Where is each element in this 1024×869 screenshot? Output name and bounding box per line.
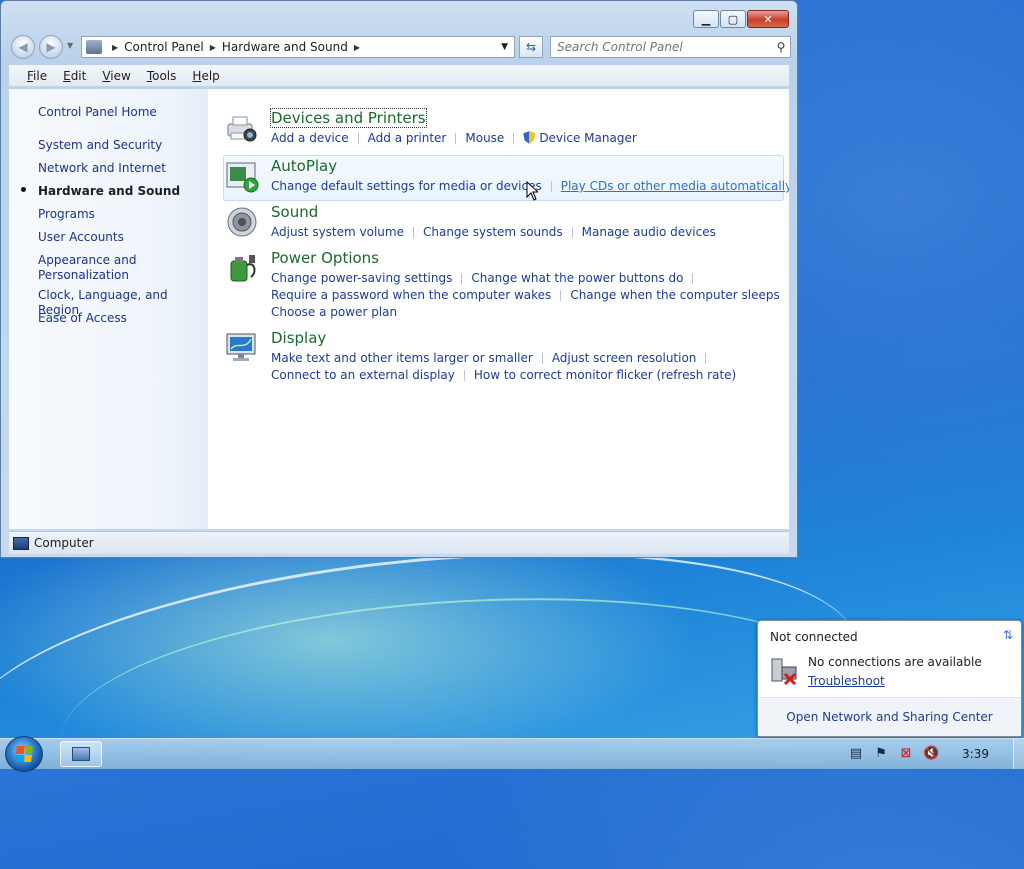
speaker-icon	[227, 207, 257, 237]
troubleshoot-link[interactable]: Troubleshoot	[808, 674, 885, 688]
content-area: Control Panel Home System and Security N…	[9, 89, 789, 529]
network-disconnected-icon	[771, 658, 797, 686]
control-panel-window: ▁ ▢ ✕ ◀ ▶ ▼ ▶ Control Panel ▶ Hardware a…	[0, 0, 798, 558]
open-network-sharing-center-link[interactable]: Open Network and Sharing Center	[758, 697, 1021, 736]
menu-edit[interactable]: Edit	[63, 69, 86, 83]
notification-title: Not connected	[770, 630, 858, 644]
document-icon[interactable]: ▤	[848, 746, 864, 762]
make-text-larger-link[interactable]: Make text and other items larger or smal…	[271, 351, 533, 365]
autoplay-title[interactable]: AutoPlay	[271, 157, 337, 175]
monitor-icon	[226, 333, 256, 361]
adjust-screen-resolution-link[interactable]: Adjust screen resolution	[552, 351, 697, 365]
notification-message: No connections are available	[808, 655, 982, 669]
device-manager-link[interactable]: Device Manager	[539, 131, 636, 145]
back-button[interactable]: ◀	[11, 35, 35, 59]
sidebar-item-network-and-internet[interactable]: Network and Internet	[38, 161, 203, 176]
current-item-bullet	[21, 187, 26, 192]
forward-arrow-icon: ▶	[46, 40, 56, 54]
sidebar: Control Panel Home System and Security N…	[9, 89, 208, 529]
back-arrow-icon: ◀	[18, 40, 28, 54]
sound-links: Adjust system volume Change system sounds…	[271, 224, 781, 241]
change-power-saving-settings-link[interactable]: Change power-saving settings	[271, 271, 452, 285]
menu-bar: File Edit View Tools Help	[9, 65, 789, 87]
menu-file[interactable]: File	[27, 69, 47, 83]
sidebar-item-ease-of-access[interactable]: Ease of Access	[38, 311, 203, 326]
taskbar-control-panel-button[interactable]	[60, 741, 102, 767]
sidebar-item-system-and-security[interactable]: System and Security	[38, 138, 203, 153]
minimize-button[interactable]: ▁	[693, 10, 719, 28]
printer-camera-icon	[227, 116, 257, 142]
power-options-title[interactable]: Power Options	[271, 249, 379, 267]
search-input[interactable]	[551, 39, 772, 55]
change-when-computer-sleeps-link[interactable]: Change when the computer sleeps	[570, 288, 779, 302]
sound-title[interactable]: Sound	[271, 203, 318, 221]
adjust-system-volume-link[interactable]: Adjust system volume	[271, 225, 404, 239]
menu-help[interactable]: Help	[192, 69, 219, 83]
connect-external-display-link[interactable]: Connect to an external display	[271, 368, 455, 382]
address-dropdown-icon[interactable]: ▼	[501, 42, 508, 52]
mouse-cursor-icon	[526, 181, 538, 201]
search-box[interactable]: ⚲	[550, 36, 791, 58]
autoplay-icon	[226, 162, 259, 193]
change-power-buttons-link[interactable]: Change what the power buttons do	[471, 271, 683, 285]
display-links: Make text and other items larger or smal…	[271, 350, 781, 384]
network-notification-popup: Not connected ⇅ No connections are avail…	[757, 620, 1022, 737]
menu-tools[interactable]: Tools	[147, 69, 177, 83]
refresh-button[interactable]: ⇆	[519, 36, 543, 58]
caption-buttons: ▁ ▢ ✕	[693, 10, 789, 28]
power-options-links: Change power-saving settings Change what …	[271, 270, 789, 321]
forward-button[interactable]: ▶	[39, 35, 63, 59]
manage-audio-devices-link[interactable]: Manage audio devices	[582, 225, 716, 239]
chevron-right-icon[interactable]: ▶	[354, 43, 360, 52]
search-icon[interactable]: ⚲	[772, 40, 790, 54]
breadcrumb-control-panel[interactable]: Control Panel	[124, 40, 204, 54]
require-password-on-wake-link[interactable]: Require a password when the computer wak…	[271, 288, 551, 302]
windows-logo-icon	[15, 746, 33, 762]
control-panel-icon	[72, 747, 90, 761]
sidebar-item-programs[interactable]: Programs	[38, 207, 203, 222]
add-a-device-link[interactable]: Add a device	[271, 131, 349, 145]
change-default-media-settings-link[interactable]: Change default settings for media or dev…	[271, 179, 542, 193]
clock[interactable]: 3:39	[962, 747, 989, 761]
start-button[interactable]	[5, 736, 43, 772]
chevron-right-icon[interactable]: ▶	[210, 43, 216, 52]
recent-pages-dropdown[interactable]: ▼	[67, 41, 73, 50]
add-a-printer-link[interactable]: Add a printer	[368, 131, 447, 145]
status-text: Computer	[34, 536, 94, 550]
display-title[interactable]: Display	[271, 329, 326, 347]
refresh-icon: ⇆	[525, 40, 537, 54]
sidebar-item-control-panel-home[interactable]: Control Panel Home	[38, 105, 203, 120]
chevron-right-icon[interactable]: ▶	[112, 43, 118, 52]
control-panel-icon	[86, 40, 102, 54]
computer-icon	[13, 536, 29, 550]
devices-and-printers-title[interactable]: Devices and Printers	[270, 108, 427, 128]
change-system-sounds-link[interactable]: Change system sounds	[423, 225, 563, 239]
play-cds-automatically-link[interactable]: Play CDs or other media automatically	[561, 179, 789, 193]
address-bar[interactable]: ▶ Control Panel ▶ Hardware and Sound ▶ ▼	[81, 36, 515, 58]
show-desktop-button[interactable]	[1013, 739, 1024, 769]
navigation-bar: ◀ ▶ ▼ ▶ Control Panel ▶ Hardware and Sou…	[9, 35, 791, 59]
devices-and-printers-links: Add a device Add a printer Mouse Device Man…	[271, 130, 781, 147]
volume-muted-icon[interactable]: 🔇	[923, 746, 939, 762]
choose-power-plan-link[interactable]: Choose a power plan	[271, 305, 397, 319]
action-center-flag-icon[interactable]: ⚑	[873, 746, 889, 762]
maximize-button[interactable]: ▢	[720, 10, 746, 28]
sidebar-item-user-accounts[interactable]: User Accounts	[38, 230, 203, 245]
network-disconnected-tray-icon[interactable]: ⊠	[898, 746, 914, 762]
system-tray: ▤ ⚑ ⊠ 🔇 3:39	[848, 739, 1024, 769]
status-bar: Computer	[9, 531, 789, 554]
close-button[interactable]: ✕	[747, 10, 789, 28]
power-options-icon	[230, 255, 256, 282]
mouse-link[interactable]: Mouse	[465, 131, 504, 145]
menu-view[interactable]: View	[102, 69, 130, 83]
sidebar-item-appearance[interactable]: Appearance and Personalization	[38, 253, 148, 283]
sidebar-item-hardware-and-sound[interactable]: Hardware and Sound	[38, 184, 203, 199]
taskbar: ▤ ⚑ ⊠ 🔇 3:39	[0, 736, 1024, 772]
uac-shield-icon	[523, 131, 536, 144]
correct-monitor-flicker-link[interactable]: How to correct monitor flicker (refresh …	[474, 368, 736, 382]
breadcrumb-hardware-and-sound[interactable]: Hardware and Sound	[222, 40, 348, 54]
refresh-network-icon[interactable]: ⇅	[1003, 628, 1013, 642]
